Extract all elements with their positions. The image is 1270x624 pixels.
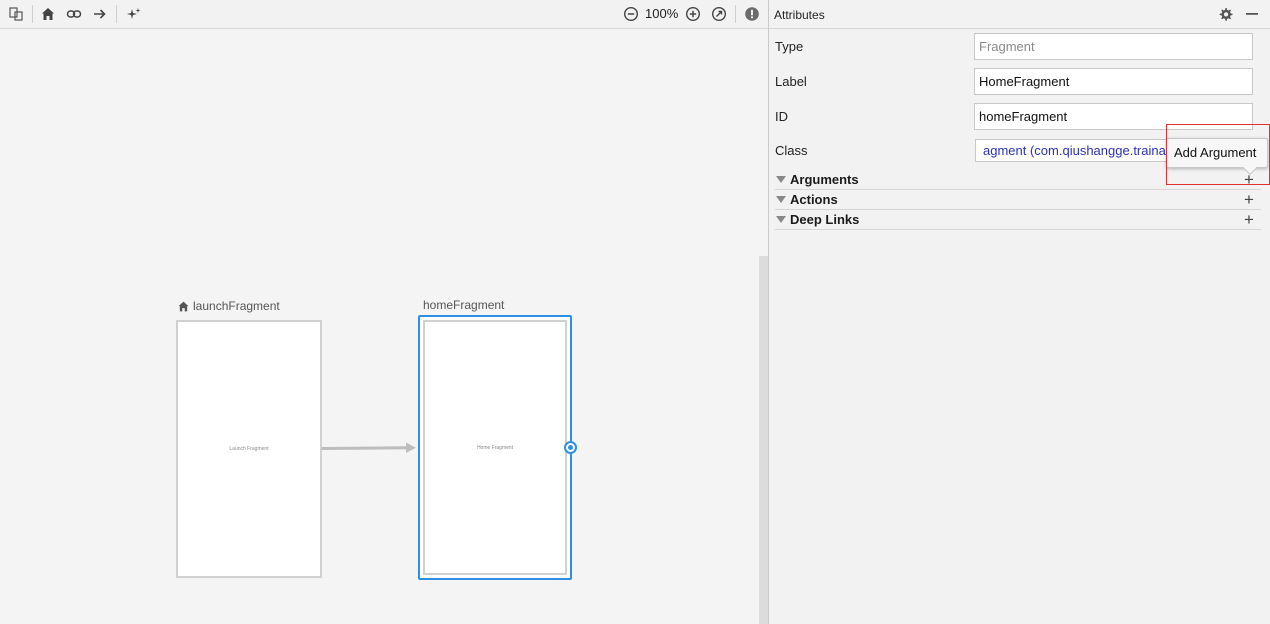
device-frame-icon[interactable] xyxy=(6,4,26,24)
design-editor: 100% launchFragment Launch Fragment home… xyxy=(0,0,768,624)
link-icon[interactable] xyxy=(64,4,84,24)
add-deep-link-plus-icon[interactable]: + xyxy=(1244,211,1254,228)
collapse-triangle-icon[interactable] xyxy=(776,216,786,223)
annotation-highlight-box xyxy=(1166,124,1270,185)
label-field[interactable]: HomeFragment xyxy=(974,68,1253,95)
toolbar-separator xyxy=(32,5,33,23)
section-deep-links[interactable]: Deep Links + xyxy=(775,210,1261,230)
home-fragment-preview: Home Fragment xyxy=(423,320,567,575)
section-title: Actions xyxy=(790,192,838,207)
class-field[interactable]: agment (com.qiushangge.traina xyxy=(975,139,1175,162)
section-title: Arguments xyxy=(790,172,859,187)
attributes-panel: Attributes Type Fragment Label HomeFragm… xyxy=(769,0,1270,624)
home-icon[interactable] xyxy=(38,4,58,24)
toolbar-separator xyxy=(116,5,117,23)
minimize-icon[interactable] xyxy=(1243,5,1261,23)
collapse-triangle-icon[interactable] xyxy=(776,196,786,203)
section-actions[interactable]: Actions + xyxy=(775,190,1261,210)
toolbar-separator xyxy=(735,5,736,23)
launch-fragment-preview-text: Launch Fragment xyxy=(229,446,269,452)
launch-fragment-node[interactable]: Launch Fragment xyxy=(176,320,322,578)
add-action-plus-icon[interactable]: + xyxy=(1244,191,1254,208)
action-arrow[interactable] xyxy=(320,440,420,456)
navigation-editor-window: 100% launchFragment Launch Fragment home… xyxy=(0,0,1270,624)
graph-canvas[interactable] xyxy=(0,30,758,624)
zoom-to-fit-icon[interactable] xyxy=(709,4,729,24)
collapse-triangle-icon[interactable] xyxy=(776,176,786,183)
arrow-right-icon[interactable] xyxy=(90,4,110,24)
action-drag-handle[interactable] xyxy=(564,441,577,454)
home-fragment-title: homeFragment xyxy=(423,298,504,312)
class-label: Class xyxy=(775,143,808,158)
label-label: Label xyxy=(775,74,807,89)
id-label: ID xyxy=(775,109,788,124)
zoom-level: 100% xyxy=(645,6,679,21)
type-label: Type xyxy=(775,39,804,54)
section-title: Deep Links xyxy=(790,212,860,227)
start-destination-home-icon xyxy=(178,301,189,311)
attributes-title: Attributes xyxy=(774,8,825,22)
auto-arrange-icon[interactable] xyxy=(124,4,144,24)
home-fragment-preview-text: Home Fragment xyxy=(476,444,514,451)
home-fragment-name: homeFragment xyxy=(423,298,505,312)
type-field[interactable]: Fragment xyxy=(974,33,1253,60)
launch-fragment-title: launchFragment xyxy=(177,299,280,313)
warning-icon[interactable] xyxy=(742,4,762,24)
zoom-out-icon[interactable] xyxy=(621,4,641,24)
gear-icon[interactable] xyxy=(1216,5,1234,23)
vertical-scrollbar[interactable] xyxy=(759,256,768,624)
attributes-header: Attributes xyxy=(769,0,1270,29)
zoom-in-icon[interactable] xyxy=(683,4,703,24)
home-fragment-node-selected[interactable]: Home Fragment xyxy=(418,315,572,580)
launch-fragment-name: launchFragment xyxy=(193,299,280,313)
editor-toolbar: 100% xyxy=(0,0,768,29)
